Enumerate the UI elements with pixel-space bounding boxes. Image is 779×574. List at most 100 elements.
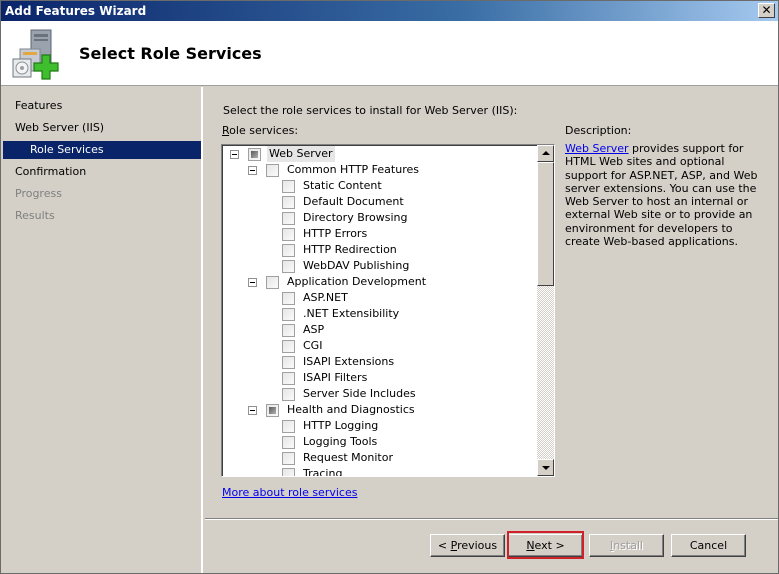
- checkbox[interactable]: [282, 355, 295, 369]
- tree-item[interactable]: Application Development: [248, 274, 428, 290]
- tree-item-label[interactable]: Request Monitor: [301, 450, 395, 466]
- checkbox[interactable]: [282, 467, 295, 476]
- tree-item[interactable]: HTTP Redirection: [282, 242, 399, 258]
- label-rest: nstall: [613, 539, 644, 552]
- checkbox[interactable]: [282, 371, 295, 385]
- checkbox[interactable]: [282, 211, 295, 225]
- tree-item-label[interactable]: ASP: [301, 322, 326, 338]
- checkbox[interactable]: [248, 147, 261, 161]
- wizard-steps-nav: Features Web Server (IIS) Role Services …: [1, 87, 203, 573]
- checkbox[interactable]: [282, 291, 295, 305]
- checkbox[interactable]: [266, 275, 279, 289]
- role-services-tree[interactable]: Tracing Request Monitor Logging Tools HTTP …: [221, 144, 555, 477]
- tree-item[interactable]: Logging Tools: [282, 434, 379, 450]
- tree-item[interactable]: CGI: [282, 338, 324, 354]
- tree-scrollbar[interactable]: [537, 145, 554, 476]
- tree-item[interactable]: Static Content: [282, 178, 384, 194]
- web-server-link[interactable]: Web Server: [565, 142, 629, 155]
- more-about-role-services-link[interactable]: More about role services: [222, 486, 357, 499]
- tree-item[interactable]: Server Side Includes: [282, 386, 418, 402]
- tree-item-label[interactable]: .NET Extensibility: [301, 306, 401, 322]
- tree-item[interactable]: ISAPI Filters: [282, 370, 369, 386]
- nav-step-progress: Progress: [15, 187, 62, 200]
- wizard-window: Add Features Wizard ✕ Select Role Servic…: [0, 0, 779, 574]
- checkbox[interactable]: [266, 163, 279, 177]
- nav-step-confirmation[interactable]: Confirmation: [3, 163, 201, 181]
- collapse-icon[interactable]: [230, 149, 239, 159]
- checkbox[interactable]: [282, 307, 295, 321]
- tree-item-label[interactable]: Directory Browsing: [301, 210, 410, 226]
- cancel-button[interactable]: Cancel: [671, 534, 746, 557]
- prefix: <: [437, 539, 451, 552]
- tree-item-label[interactable]: Common HTTP Features: [285, 162, 421, 178]
- footer-divider: [205, 518, 778, 520]
- collapse-icon[interactable]: [248, 405, 257, 415]
- tree-item[interactable]: WebDAV Publishing: [282, 258, 411, 274]
- title-bar[interactable]: Add Features Wizard ✕: [1, 1, 778, 21]
- checkbox[interactable]: [282, 419, 295, 433]
- tree-item[interactable]: .NET Extensibility: [282, 306, 401, 322]
- tree-item[interactable]: ASP: [282, 322, 326, 338]
- tree-item-label[interactable]: Health and Diagnostics: [285, 402, 417, 418]
- tree-item[interactable]: Request Monitor: [282, 450, 395, 466]
- tree-item-label[interactable]: HTTP Logging: [301, 418, 380, 434]
- tree-item-label[interactable]: Server Side Includes: [301, 386, 418, 402]
- nav-step-features[interactable]: Features: [3, 97, 201, 115]
- checkbox[interactable]: [266, 403, 279, 417]
- tree-item[interactable]: ASP.NET: [282, 290, 350, 306]
- tree-item[interactable]: Health and Diagnostics: [248, 402, 417, 418]
- page-title: Select Role Services: [79, 44, 262, 63]
- scroll-thumb[interactable]: [537, 162, 554, 286]
- tree-item[interactable]: Web Server: [230, 146, 335, 162]
- instruction-text: Select the role services to install for …: [223, 104, 518, 117]
- nav-step-web-server[interactable]: Web Server (IIS): [3, 119, 201, 137]
- previous-button[interactable]: < Previous: [430, 534, 505, 557]
- tree-item-label[interactable]: ISAPI Filters: [301, 370, 369, 386]
- window-title: Add Features Wizard: [5, 4, 147, 18]
- next-button[interactable]: Next >: [508, 534, 583, 557]
- tree-item-label[interactable]: CGI: [301, 338, 324, 354]
- tree-item-label[interactable]: Static Content: [301, 178, 384, 194]
- checkbox[interactable]: [282, 195, 295, 209]
- label-rest: revious: [457, 539, 498, 552]
- tree-item-label[interactable]: HTTP Errors: [301, 226, 369, 242]
- tree-item-label[interactable]: ASP.NET: [301, 290, 350, 306]
- tree-item[interactable]: Tracing: [282, 466, 344, 476]
- install-button: Install: [589, 534, 664, 557]
- checkbox[interactable]: [282, 435, 295, 449]
- checkbox[interactable]: [282, 339, 295, 353]
- tree-item-label[interactable]: ISAPI Extensions: [301, 354, 396, 370]
- collapse-icon[interactable]: [248, 277, 257, 287]
- tree-item[interactable]: Directory Browsing: [282, 210, 410, 226]
- tree-item[interactable]: Default Document: [282, 194, 406, 210]
- tree-item-label[interactable]: Logging Tools: [301, 434, 379, 450]
- close-button[interactable]: ✕: [758, 3, 775, 18]
- tree-item[interactable]: ISAPI Extensions: [282, 354, 396, 370]
- tree-item[interactable]: Common HTTP Features: [248, 162, 421, 178]
- tree-item-label[interactable]: HTTP Redirection: [301, 242, 399, 258]
- checkbox[interactable]: [282, 227, 295, 241]
- checkbox[interactable]: [282, 259, 295, 273]
- tree-item-label[interactable]: Default Document: [301, 194, 406, 210]
- description-title: Description:: [565, 124, 632, 137]
- collapse-icon[interactable]: [248, 165, 257, 175]
- checkbox[interactable]: [282, 243, 295, 257]
- checkbox[interactable]: [282, 179, 295, 193]
- scroll-up-button[interactable]: [537, 145, 554, 162]
- tree-item[interactable]: HTTP Logging: [282, 418, 380, 434]
- wizard-header: Select Role Services: [1, 21, 778, 86]
- tree-item-label[interactable]: Application Development: [285, 274, 428, 290]
- scroll-down-button[interactable]: [537, 459, 554, 476]
- tree-item-label[interactable]: Tracing: [301, 466, 344, 476]
- checkbox[interactable]: [282, 323, 295, 337]
- nav-step-role-services[interactable]: Role Services: [3, 141, 201, 159]
- label-text: ole services:: [229, 124, 299, 137]
- main-panel: Select the role services to install for …: [205, 87, 778, 519]
- description-text: Web Server provides support for HTML Web…: [565, 142, 770, 248]
- checkbox[interactable]: [282, 387, 295, 401]
- tree-item-label[interactable]: WebDAV Publishing: [301, 258, 411, 274]
- label-rest: ext >: [534, 539, 565, 552]
- checkbox[interactable]: [282, 451, 295, 465]
- tree-item[interactable]: HTTP Errors: [282, 226, 369, 242]
- tree-item-label[interactable]: Web Server: [267, 146, 335, 162]
